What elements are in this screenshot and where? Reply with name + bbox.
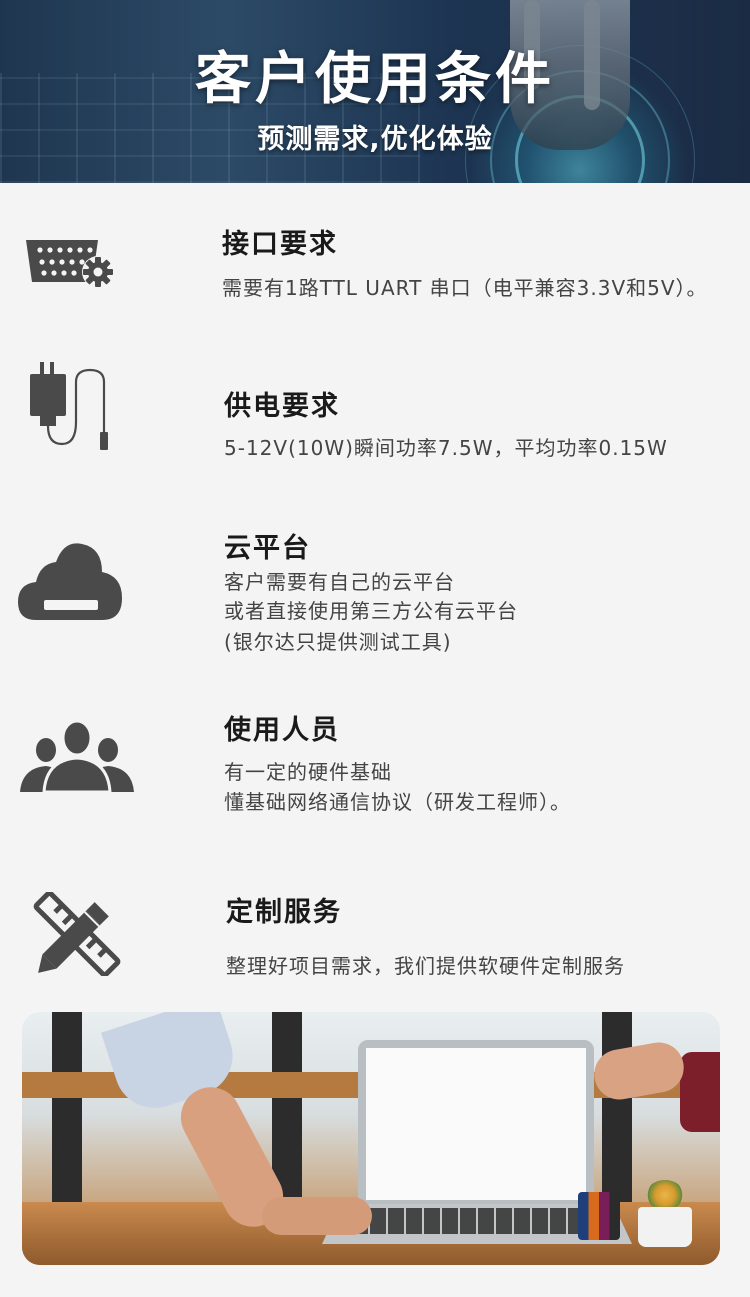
item-text: 懂基础网络通信协议（研发工程师）。 (224, 790, 571, 814)
laptop-screen (358, 1040, 594, 1208)
hand-on-keyboard (262, 1197, 372, 1235)
item-text: 客户需要有自己的云平台 (224, 570, 455, 594)
red-sleeve (680, 1052, 720, 1132)
white-pot (638, 1207, 692, 1247)
cloud-icon (18, 543, 122, 620)
power-adapter-icon (30, 362, 108, 450)
yellow-flower (646, 1180, 684, 1210)
item-text: (银尔达只提供测试工具) (224, 630, 452, 654)
pencil-ruler-icon (33, 892, 121, 976)
item-title-users: 使用人员 (224, 715, 340, 746)
item-text: 5-12V(10W)瞬间功率7.5W，平均功率0.15W (224, 436, 668, 460)
office-laptop-photo (22, 1012, 720, 1265)
item-text: 需要有1路TTL UART 串口（电平兼容3.3V和5V）。 (222, 276, 708, 300)
users-group-icon (20, 720, 134, 792)
item-title-power: 供电要求 (224, 391, 340, 422)
item-text: 或者直接使用第三方公有云平台 (224, 599, 518, 623)
page-subtitle: 预测需求,优化体验 (257, 124, 493, 155)
serial-port-gear-icon (26, 240, 114, 288)
item-text: 整理好项目需求，我们提供软硬件定制服务 (226, 954, 625, 978)
page-title: 客户使用条件 (195, 47, 555, 112)
laptop-keyboard (352, 1208, 602, 1234)
item-title-cloud: 云平台 (224, 533, 311, 564)
item-title-custom-service: 定制服务 (226, 897, 342, 928)
header-banner: 客户使用条件 预测需求,优化体验 (0, 0, 750, 183)
item-text: 有一定的硬件基础 (224, 760, 392, 784)
item-title-interface: 接口要求 (222, 229, 338, 260)
color-spools (578, 1192, 620, 1240)
